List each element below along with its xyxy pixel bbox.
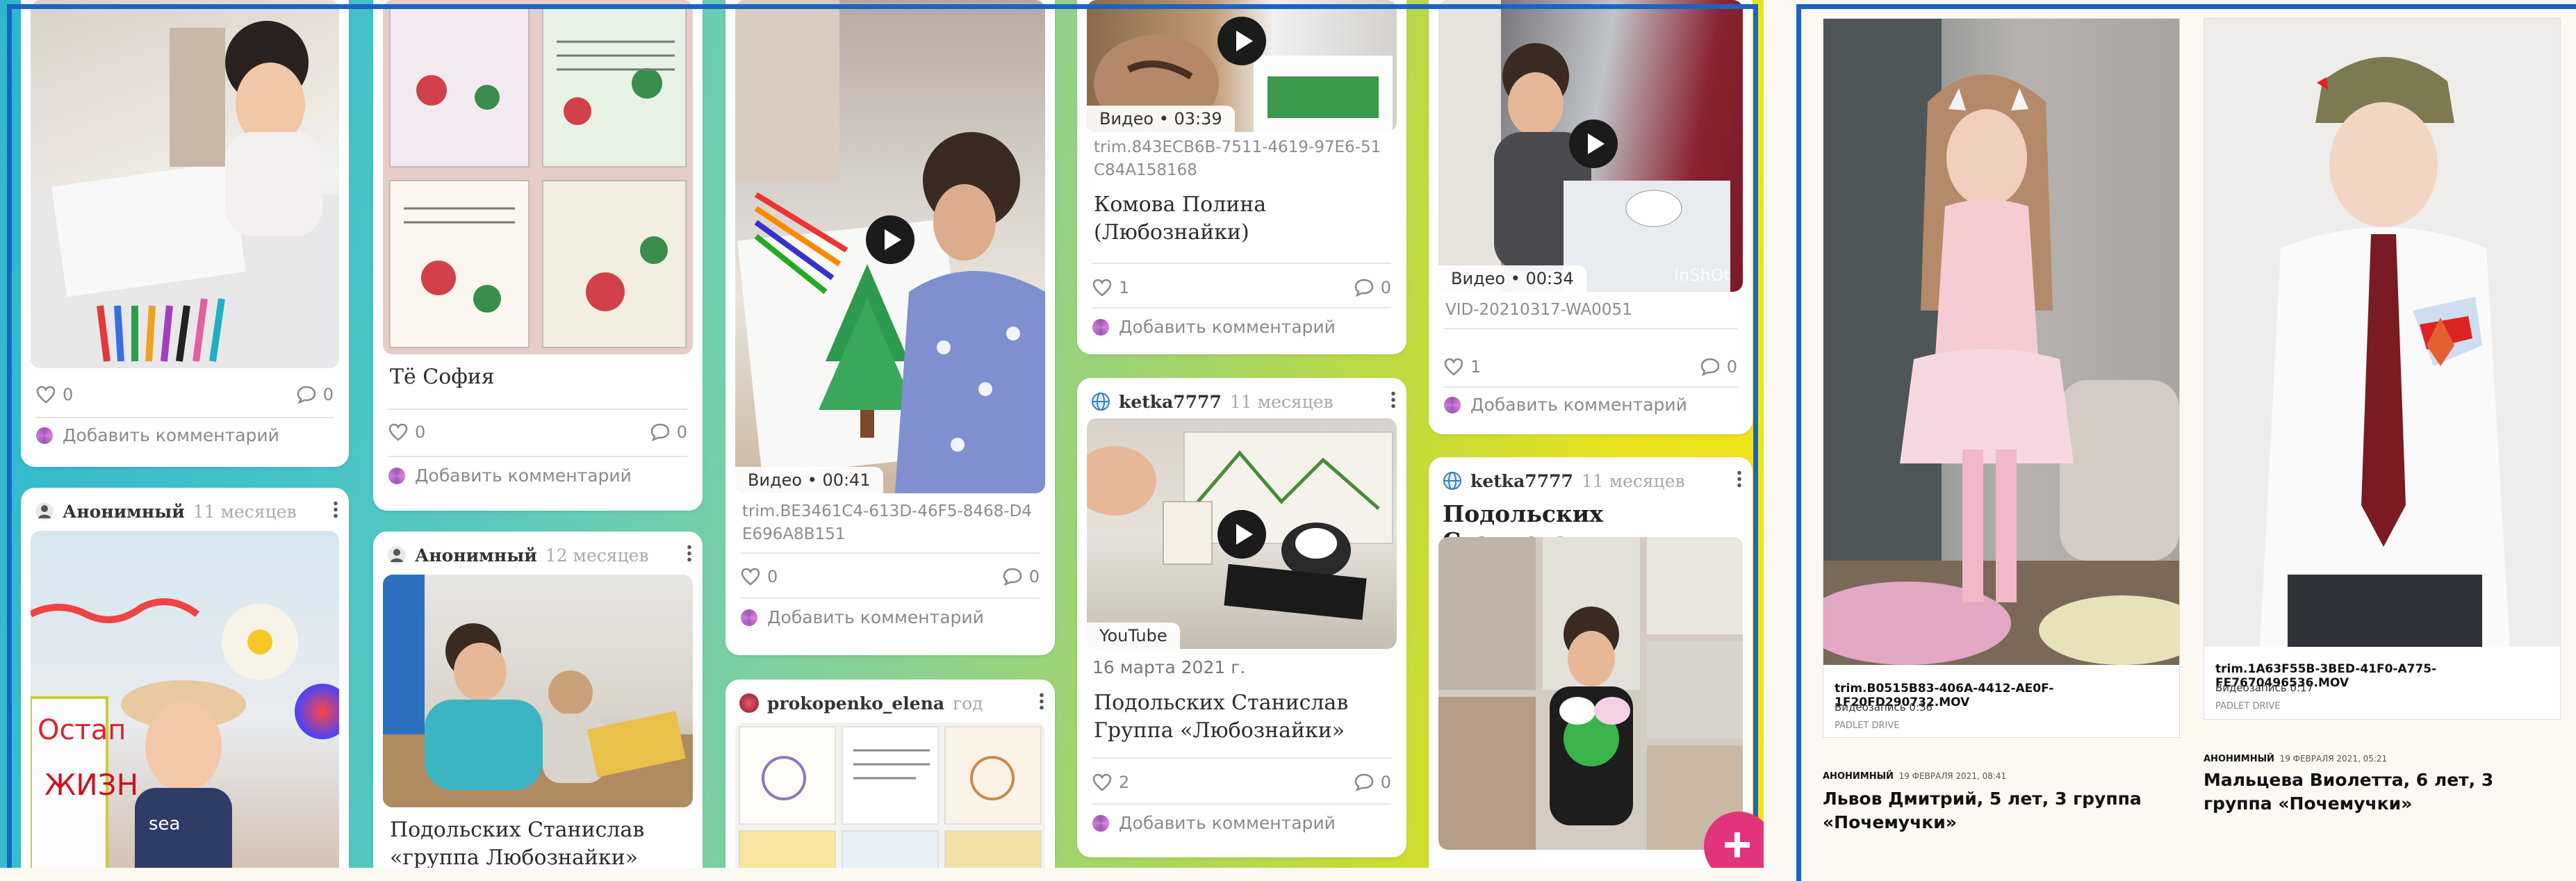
padlet-board-left: 0 0 Добавить комментарий Анонимный 11 ме… xyxy=(0,0,1764,868)
right-frame-border xyxy=(1796,4,2576,881)
left-frame-border xyxy=(7,4,1758,868)
